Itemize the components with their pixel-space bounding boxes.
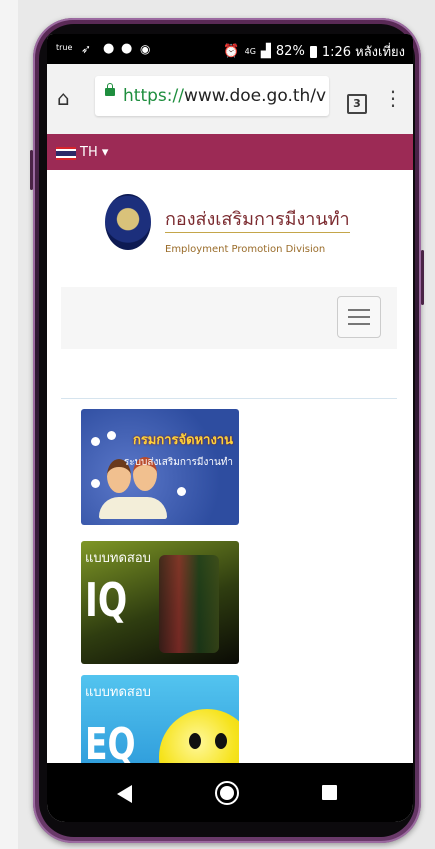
language-selector[interactable]: TH ▾	[80, 145, 108, 160]
status-bar: true ➶ ● ● ◉ ⏰ 4G ▟ 82% 1:26 หลังเที่ยง	[47, 34, 413, 64]
recent-apps-icon[interactable]	[322, 785, 337, 800]
hamburger-line	[348, 323, 370, 325]
decor-dot	[107, 431, 116, 440]
line-icon: ●	[103, 41, 115, 56]
phone-screen: true ➶ ● ● ◉ ⏰ 4G ▟ 82% 1:26 หลังเที่ยง …	[47, 34, 413, 822]
battery-percent: 82%	[275, 44, 305, 59]
thai-flag-icon[interactable]	[56, 147, 76, 161]
banner-big-text: IQ	[85, 573, 128, 627]
overflow-menu-icon[interactable]: ⋮	[383, 88, 403, 108]
carrier-label: true	[56, 43, 73, 52]
language-label: TH	[80, 145, 98, 160]
volume-button	[30, 150, 33, 190]
url-host: www.doe.go.th/v	[183, 86, 327, 106]
decor-dot	[91, 479, 100, 488]
chat-bubble-icon: ◉	[140, 42, 151, 56]
alarm-icon: ⏰	[223, 44, 240, 59]
clock: 1:26 หลังเที่ยง	[321, 45, 405, 60]
tab-switcher-button[interactable]: 3	[347, 94, 367, 114]
network-label: 4G	[244, 47, 256, 56]
banner-iq-test[interactable]: แบบทดสอบ IQ	[81, 541, 239, 664]
hamburger-line	[348, 309, 370, 311]
decor-dot	[177, 487, 186, 496]
lock-icon	[105, 83, 115, 96]
department-seal-logo	[105, 194, 151, 250]
status-right: ⏰ 4G ▟ 82% 1:26 หลังเที่ยง	[223, 41, 405, 62]
banner-label: แบบทดสอบ	[85, 685, 151, 700]
banner-doe-job-promotion[interactable]: กรมการจัดหางาน ระบบส่งเสริมการมีงานทำ	[81, 409, 239, 525]
home-button-icon[interactable]	[215, 781, 239, 805]
battery-icon	[309, 45, 317, 58]
logo-title-th: กองส่งเสริมการมีงานทำ	[165, 209, 350, 230]
banner-label: แบบทดสอบ	[85, 551, 151, 566]
system-nav-bar	[47, 763, 413, 822]
url-scheme: https://	[123, 86, 184, 106]
chevron-down-icon: ▾	[101, 145, 109, 160]
back-icon[interactable]	[117, 785, 132, 803]
url-field[interactable]: https://www.doe.go.th/v	[95, 76, 329, 116]
iq-artwork	[159, 555, 219, 653]
banner-title: กรมการจัดหางาน	[132, 433, 233, 448]
smiley-eye	[189, 733, 201, 749]
location-arrow-icon: ➶	[81, 42, 92, 56]
content-divider	[61, 398, 397, 399]
decor-dot	[91, 437, 100, 446]
logo-divider	[165, 232, 350, 233]
banner-subtitle: ระบบส่งเสริมการมีงานทำ	[123, 457, 233, 468]
home-icon[interactable]: ⌂	[57, 86, 70, 110]
smiley-eye	[215, 733, 227, 749]
hamburger-line	[348, 316, 370, 318]
power-button	[421, 250, 424, 305]
logo-title-en: Employment Promotion Division	[165, 244, 326, 255]
background-left	[0, 0, 18, 849]
signal-icon: ▟	[260, 44, 271, 59]
line-icon-2: ●	[121, 41, 133, 56]
book-illustration	[99, 497, 167, 519]
language-bar: TH ▾	[47, 134, 413, 170]
url-text: https://www.doe.go.th/v	[123, 86, 326, 106]
hamburger-menu-button[interactable]	[337, 296, 381, 338]
